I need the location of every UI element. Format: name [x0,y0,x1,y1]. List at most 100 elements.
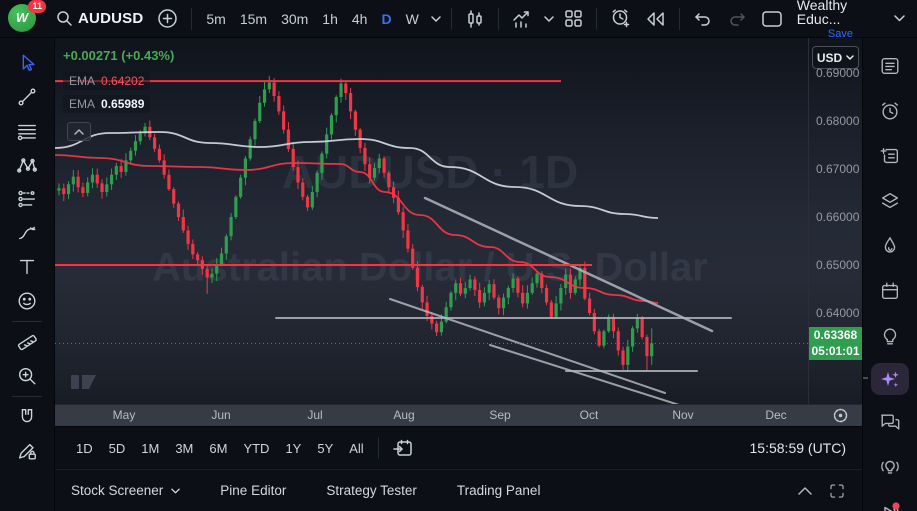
statusbar-item-trading-panel[interactable]: Trading Panel [457,483,541,498]
text-tool-button[interactable] [8,250,46,284]
compare-add-symbol-button[interactable] [151,5,184,33]
alert-clock-icon [612,9,630,28]
watchlist-button[interactable] [870,46,910,86]
ema-fast-value: 0.64202 [101,74,145,88]
toolbar-divider [191,7,193,30]
undo-button[interactable] [687,5,719,33]
timeframe-button-w[interactable]: W [399,5,426,33]
ai-assistant-button[interactable] [863,363,909,395]
timeframe-button-4h[interactable]: 4h [345,5,375,33]
create-alert-button[interactable] [604,5,637,33]
pencil-lock-icon [18,443,36,460]
legend-collapse-button[interactable] [67,122,91,141]
watchlist-icon [881,57,899,75]
bar-replay-button[interactable] [639,5,672,33]
grid-layout-icon [565,10,582,27]
layout-menu-chevron[interactable] [892,5,907,33]
cursor-tool-button[interactable] [8,46,46,80]
candlestick-chart[interactable] [55,38,808,404]
chat-button[interactable] [870,402,910,442]
layout-grid-button[interactable] [558,5,589,33]
range-button-ytd[interactable]: YTD [236,436,276,461]
symbol-search-button[interactable]: AUDUSD [50,5,149,33]
time-axis[interactable]: May Jun Jul Aug Sep Oct Nov Dec [55,404,862,426]
time-axis-label-oct: Oct [579,408,599,422]
ema-slow-value: 0.65989 [101,97,145,111]
app-logo[interactable]: W 11 [8,0,46,34]
statusbar-item-pine-editor[interactable]: Pine Editor [220,483,286,498]
notification-badge: 11 [28,0,46,13]
magnet-mode-button[interactable] [8,400,46,434]
timeframe-button-d[interactable]: D [374,5,398,33]
replay-rewind-icon [647,11,664,26]
emoji-tool-button[interactable] [8,284,46,318]
measure-tool-button[interactable] [8,325,46,359]
range-button-5d[interactable]: 5D [102,436,133,461]
axis-settings-gear-icon[interactable] [832,407,849,424]
statusbar-item-stock-screener[interactable]: Stock Screener [71,483,181,498]
top-toolbar: W 11 AUDUSD 5m 15m 30m 1h 4h D W Wealthy… [0,0,917,40]
alerts-button[interactable] [870,91,910,131]
pattern-tool-button[interactable] [8,148,46,182]
statusbar-item-label: Pine Editor [220,483,287,498]
indicators-button[interactable] [506,5,540,33]
drawing-lock-button[interactable] [8,434,46,468]
statusbar-item-label: Strategy Tester [326,483,417,498]
chart-column: AUDUSD · 1D Australian Dollar / U.S. Dol… [55,38,862,511]
chart-style-button[interactable] [459,5,491,33]
range-toolbar: 1D 5D 1M 3M 6M YTD 1Y 5Y All 15:58:59 (UTC) [55,426,862,469]
trend-line-tool-button[interactable] [8,80,46,114]
indicator-templates-chevron[interactable] [542,5,556,33]
streams-button[interactable] [870,447,910,487]
timeframe-button-15m[interactable]: 15m [233,5,274,33]
redo-button[interactable] [721,5,753,33]
status-bar-items: Stock Screener Pine Editor Strategy Tester… [71,483,580,498]
go-to-date-button[interactable] [386,434,419,462]
hotlists-button[interactable] [870,226,910,266]
range-button-5y[interactable]: 5Y [310,436,340,461]
trading-platform: W 11 AUDUSD 5m 15m 30m 1h 4h D W Wealthy… [0,0,917,511]
range-button-all[interactable]: All [342,436,370,461]
timeframe-button-1h[interactable]: 1h [315,5,345,33]
fib-retracement-tool-button[interactable] [8,114,46,148]
prediction-tool-button[interactable] [8,182,46,216]
brush-icon [18,226,36,240]
timeframe-button-30m[interactable]: 30m [274,5,315,33]
zoom-in-tool-button[interactable] [8,359,46,393]
collapse-panel-chevron-icon[interactable] [798,486,812,495]
time-axis-label-dec: Dec [765,408,787,422]
session-clock[interactable]: 15:58:59 (UTC) [750,440,848,456]
statusbar-item-strategy-tester[interactable]: Strategy Tester [326,483,417,498]
layers-icon [881,192,899,209]
layout-name-block[interactable]: Wealthy Educ... Save [797,0,884,40]
journal-notes-button[interactable] [870,136,910,176]
magnifier-plus-icon [18,367,36,385]
range-button-6m[interactable]: 6M [202,436,234,461]
range-button-1d[interactable]: 1D [69,436,100,461]
range-button-1m[interactable]: 1M [134,436,166,461]
ema-fast-legend[interactable]: EMA 0.64202 [63,72,151,90]
price-axis-label: 0.65000 [816,258,860,272]
timeframe-button-5m[interactable]: 5m [199,5,232,33]
chevron-down-icon [846,55,854,60]
flame-icon [884,237,896,253]
chart-canvas[interactable]: AUDUSD · 1D Australian Dollar / U.S. Dol… [55,38,808,404]
range-buttons: 1D 5D 1M 3M 6M YTD 1Y 5Y All [69,436,371,461]
xabcd-pattern-icon [17,158,37,173]
range-button-3m[interactable]: 3M [168,436,200,461]
brush-tool-button[interactable] [8,216,46,250]
ideas-button[interactable] [870,316,910,356]
ruler-icon [17,334,37,351]
time-axis-label-aug: Aug [393,408,415,422]
timeframe-dropdown-button[interactable] [428,5,444,33]
range-button-1y[interactable]: 1Y [278,436,308,461]
tradingview-logo-watermark [71,375,96,389]
price-axis[interactable]: USD 0.69000 0.68000 0.67000 0.66000 0.65000 0… [808,38,862,404]
economic-calendar-button[interactable] [870,271,910,311]
save-layout-box-button[interactable] [755,5,789,33]
object-tree-button[interactable] [870,181,910,221]
ema-slow-legend[interactable]: EMA 0.65989 [63,95,151,113]
live-streams-button[interactable] [870,492,910,511]
toolbar-divider [12,396,42,397]
maximize-panel-icon[interactable] [828,482,846,500]
